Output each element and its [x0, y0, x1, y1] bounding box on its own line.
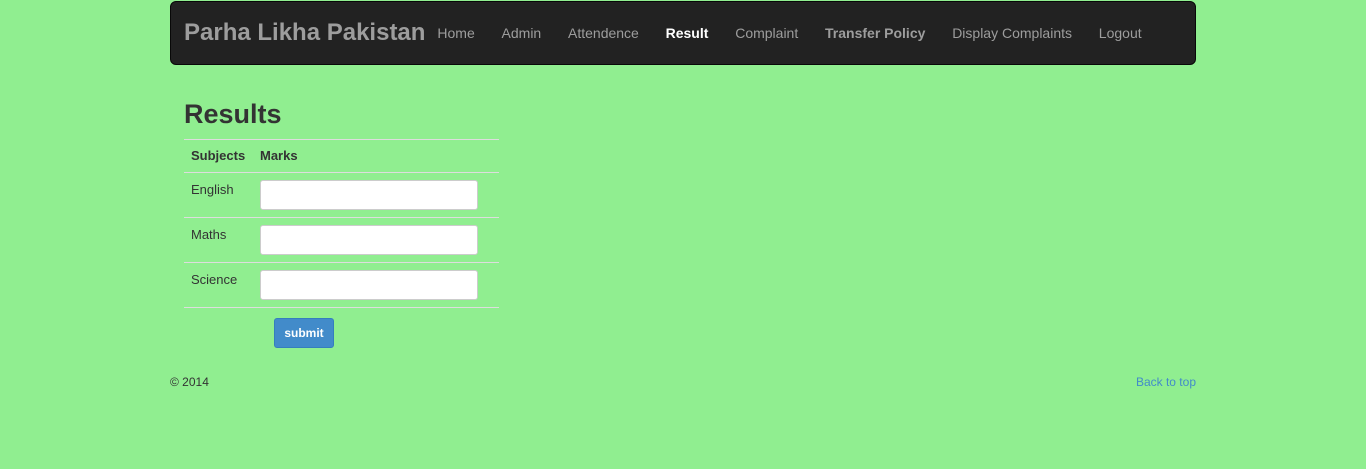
nav-item-display-complaints: Display Complaints	[939, 2, 1086, 64]
back-to-top-link[interactable]: Back to top	[1136, 374, 1196, 390]
nav-item-attendence: Attendence	[555, 2, 653, 64]
top-navbar: Parha Likha Pakistan Home Admin Attenden…	[170, 1, 1196, 65]
nav-item-admin: Admin	[488, 2, 554, 64]
results-table: Subjects Marks English Maths Science	[184, 139, 499, 308]
marks-cell-science	[253, 262, 499, 308]
nav-link-transfer-policy[interactable]: Transfer Policy	[812, 2, 939, 64]
table-row-science: Science	[184, 262, 499, 308]
brand-link[interactable]: Parha Likha Pakistan	[184, 2, 425, 64]
nav-item-transfer-policy: Transfer Policy	[812, 2, 939, 64]
nav-link-admin[interactable]: Admin	[488, 2, 554, 64]
marks-cell-english	[253, 172, 499, 218]
nav-link-logout[interactable]: Logout	[1085, 2, 1155, 64]
nav-item-complaint: Complaint	[722, 2, 812, 64]
marks-input-science[interactable]	[260, 270, 478, 300]
nav-link-home[interactable]: Home	[424, 2, 488, 64]
subject-maths: Maths	[184, 217, 253, 263]
marks-input-english[interactable]	[260, 180, 478, 210]
nav-link-display-complaints[interactable]: Display Complaints	[939, 2, 1086, 64]
header-marks: Marks	[253, 139, 499, 173]
nav-item-result: Result	[652, 2, 722, 64]
nav-item-logout: Logout	[1085, 2, 1155, 64]
nav-link-result[interactable]: Result	[652, 2, 722, 64]
nav-link-attendence[interactable]: Attendence	[555, 2, 653, 64]
table-header-row: Subjects Marks	[184, 139, 499, 173]
header-subjects: Subjects	[184, 139, 253, 173]
table-row-maths: Maths	[184, 217, 499, 263]
nav-item-home: Home	[424, 2, 488, 64]
page-title: Results	[184, 99, 282, 129]
submit-button[interactable]: submit	[274, 318, 334, 348]
nav-link-complaint[interactable]: Complaint	[722, 2, 812, 64]
subject-english: English	[184, 172, 253, 218]
nav-menu: Home Admin Attendence Result Complaint T…	[424, 2, 1155, 64]
marks-input-maths[interactable]	[260, 225, 478, 255]
subject-science: Science	[184, 262, 253, 308]
table-row-english: English	[184, 172, 499, 218]
footer-copyright: © 2014	[170, 375, 209, 389]
marks-cell-maths	[253, 217, 499, 263]
